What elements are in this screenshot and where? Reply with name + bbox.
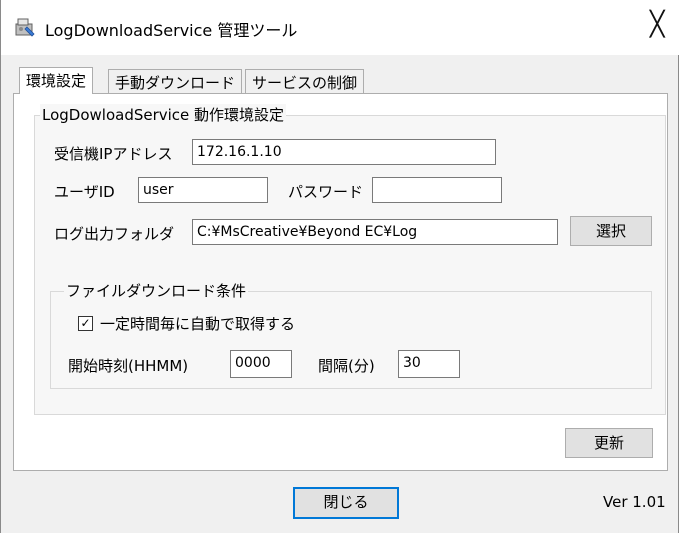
title-bar: LogDownloadService 管理ツール ╳: [1, 0, 679, 55]
app-tool-icon: [15, 18, 35, 37]
user-id-field[interactable]: user: [138, 177, 268, 203]
tab-service-control[interactable]: サービスの制御: [245, 69, 365, 94]
close-icon[interactable]: ╳: [650, 12, 664, 36]
user-id-label: ユーザID: [54, 183, 115, 201]
tab-environment-settings[interactable]: 環境設定: [19, 67, 94, 94]
window-title: LogDownloadService 管理ツール: [45, 21, 298, 40]
version-label: Ver 1.01: [603, 493, 666, 511]
main-window: LogDownloadService 管理ツール ╳ 環境設定 手動ダウンロード…: [0, 0, 679, 533]
password-field[interactable]: [372, 177, 502, 203]
close-dialog-button[interactable]: 閉じる: [293, 487, 399, 519]
interval-label: 間隔(分): [318, 357, 375, 375]
download-conditions-title: ファイルダウンロード条件: [64, 280, 249, 301]
password-label: パスワード: [288, 183, 364, 201]
log-folder-field[interactable]: C:¥MsCreative¥Beyond EC¥Log: [192, 219, 558, 245]
tab-manual-download[interactable]: 手動ダウンロード: [108, 69, 243, 94]
checkbox-checked-icon[interactable]: ✓: [78, 316, 93, 331]
interval-field[interactable]: 30: [398, 350, 460, 378]
update-button[interactable]: 更新: [565, 428, 653, 458]
start-time-field[interactable]: 0000: [230, 350, 292, 378]
tab-panel: LogDowloadService 動作環境設定 受信機IPアドレス 172.1…: [13, 93, 668, 471]
ip-address-field[interactable]: 172.16.1.10: [192, 139, 496, 165]
ip-label: 受信機IPアドレス: [54, 145, 173, 163]
settings-group-title: LogDowloadService 動作環境設定: [40, 104, 287, 125]
log-folder-label: ログ出力フォルダ: [54, 225, 175, 243]
auto-fetch-checkbox-label[interactable]: 一定時間毎に自動で取得する: [100, 313, 295, 334]
start-time-label: 開始時刻(HHMM): [68, 357, 189, 375]
select-folder-button[interactable]: 選択: [570, 216, 652, 246]
